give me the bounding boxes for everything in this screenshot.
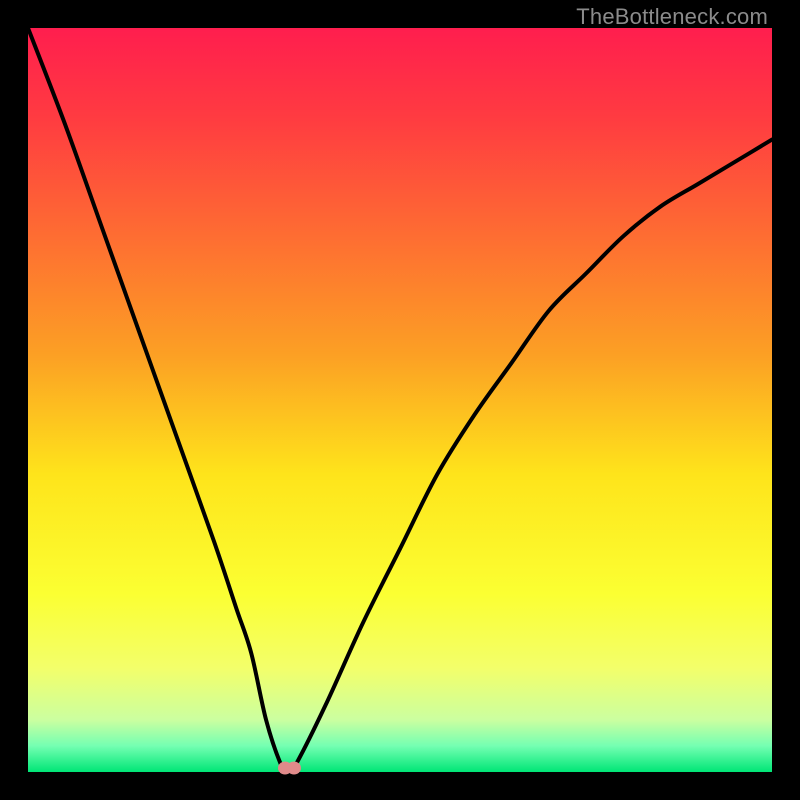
watermark-text: TheBottleneck.com — [576, 4, 768, 30]
gradient-background — [28, 28, 772, 772]
chart-frame — [28, 28, 772, 772]
